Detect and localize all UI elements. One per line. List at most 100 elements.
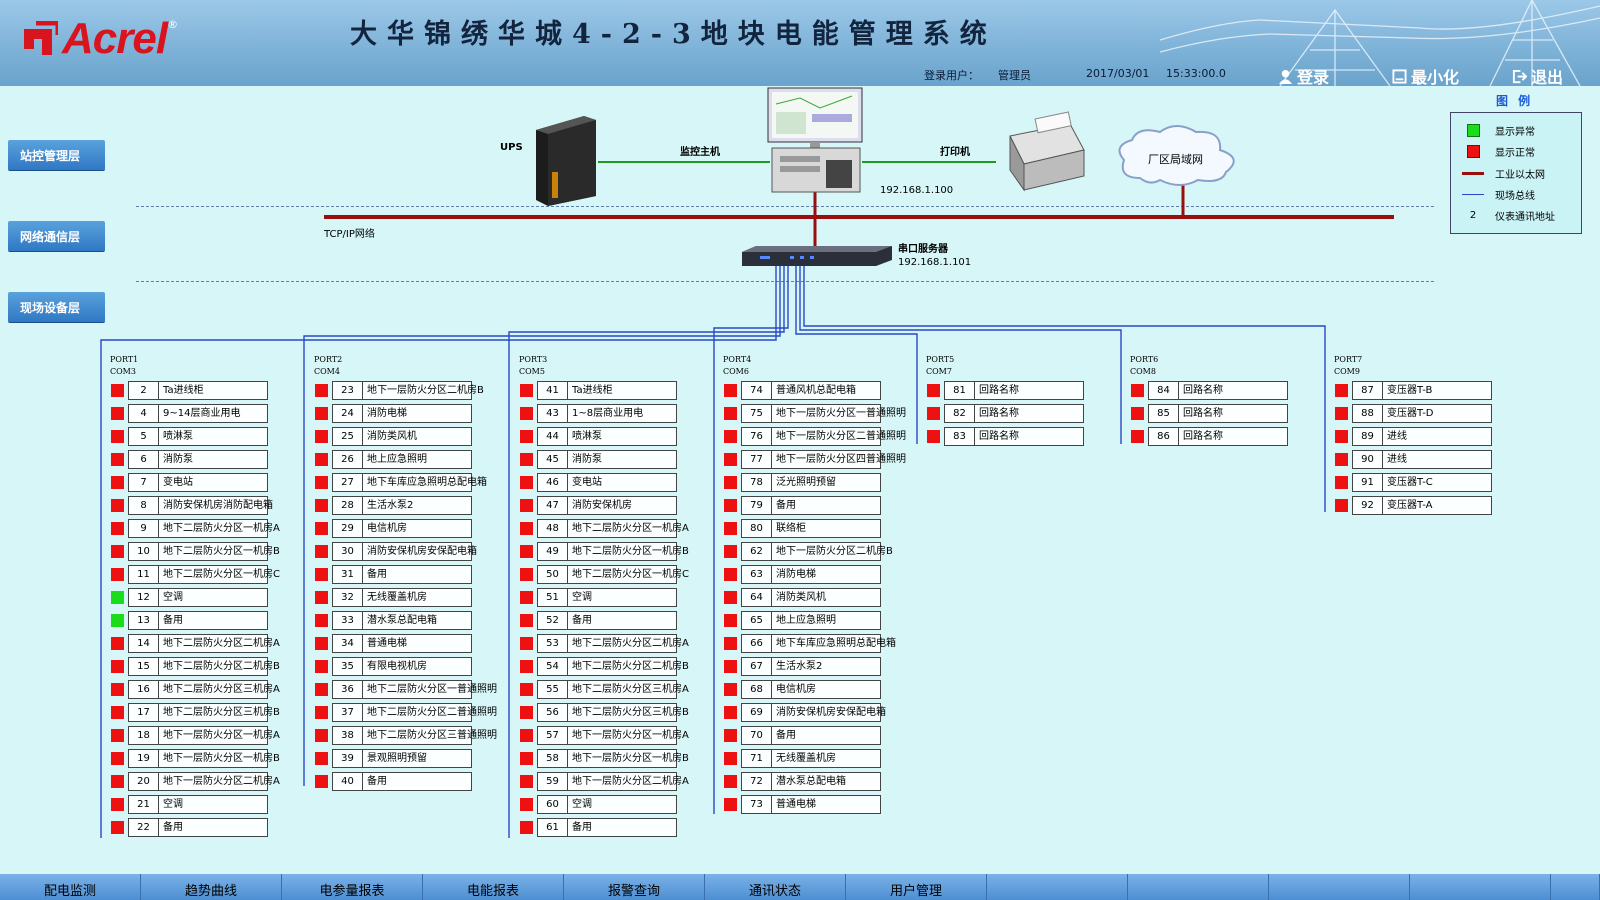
- port-name: PORT4: [723, 355, 752, 364]
- tab-empty[interactable]: [1551, 874, 1600, 900]
- tab-item[interactable]: 用户管理: [846, 874, 987, 900]
- device-name: 地下二层防火分区一机房A: [163, 523, 280, 534]
- device-address: 31: [333, 566, 363, 583]
- legend-abnormal-label: 显示异常: [1495, 126, 1535, 138]
- device-address: 45: [538, 451, 568, 468]
- device-address: 63: [742, 566, 772, 583]
- device-address: 80: [742, 520, 772, 537]
- host-ip: 192.168.1.100: [880, 185, 954, 196]
- device-status-indicator: [724, 614, 737, 627]
- tab-item[interactable]: 配电监测: [0, 874, 141, 900]
- device-status-indicator: [520, 821, 533, 834]
- port-header: PORT1 COM3: [110, 354, 138, 378]
- device-name: 地下二层防火分区一机房B: [572, 546, 689, 557]
- device-address: 49: [538, 543, 568, 560]
- device-name: 地下二层防火分区一机房A: [572, 523, 689, 534]
- device-address: 11: [129, 566, 159, 583]
- tab-item[interactable]: 电能报表: [423, 874, 564, 900]
- device-address: 33: [333, 612, 363, 629]
- device-name: 地下二层防火分区三机房B: [572, 707, 689, 718]
- device-status-indicator: [724, 499, 737, 512]
- device-box: 77 地下一层防火分区四普通照明: [741, 450, 906, 469]
- tab-empty[interactable]: [1128, 874, 1269, 900]
- device-status-indicator: [724, 476, 737, 489]
- device-name: 潜水泵总配电箱: [776, 776, 846, 787]
- device-status-indicator: [315, 637, 328, 650]
- device-box: 88 变压器T-D: [1352, 404, 1492, 423]
- device-address: 88: [1353, 405, 1383, 422]
- device-box: 15 地下二层防火分区二机房B: [128, 657, 280, 676]
- device-status-indicator: [315, 591, 328, 604]
- device-name: 地下一层防火分区一机房A: [572, 730, 689, 741]
- tab-item[interactable]: 报警查询: [564, 874, 705, 900]
- device-status-indicator: [520, 683, 533, 696]
- device-name: 地上应急照明: [367, 454, 427, 465]
- device-box: 54 地下二层防火分区二机房B: [537, 657, 689, 676]
- device-name: 地下二层防火分区三机房A: [163, 684, 280, 695]
- device-name: 消防泵: [163, 454, 193, 465]
- device-box: 58 地下一层防火分区一机房B: [537, 749, 689, 768]
- device-status-indicator: [724, 545, 737, 558]
- device-box: 83 回路名称: [944, 427, 1084, 446]
- device-status-indicator: [724, 775, 737, 788]
- tab-empty[interactable]: [1410, 874, 1551, 900]
- ups-icon: [536, 116, 596, 206]
- device-box: 28 生活水泵2: [332, 496, 472, 515]
- device-address: 21: [129, 796, 159, 813]
- serial-server-icon: [742, 246, 892, 266]
- device-status-indicator: [111, 384, 124, 397]
- device-status-indicator: [520, 453, 533, 466]
- device-name: 地下二层防火分区二普通照明: [367, 707, 497, 718]
- device-name: 消防安保机房消防配电箱: [163, 500, 273, 511]
- device-status-indicator: [315, 752, 328, 765]
- tab-item[interactable]: 趋势曲线: [141, 874, 282, 900]
- tab-empty[interactable]: [1269, 874, 1410, 900]
- device-status-indicator: [111, 752, 124, 765]
- device-address: 55: [538, 681, 568, 698]
- device-name: 消防类风机: [367, 431, 417, 442]
- device-box: 27 地下车库应急照明总配电箱: [332, 473, 487, 492]
- device-name: 喷淋泵: [163, 431, 193, 442]
- device-box: 6 消防泵: [128, 450, 268, 469]
- device-status-indicator: [520, 798, 533, 811]
- device-status-indicator: [520, 522, 533, 535]
- device-address: 34: [333, 635, 363, 652]
- device-name: 备用: [776, 500, 796, 511]
- device-box: 91 变压器T-C: [1352, 473, 1492, 492]
- device-box: 75 地下一层防火分区一普通照明: [741, 404, 906, 423]
- device-name: 泛光照明预留: [776, 477, 836, 488]
- device-name: 消防安保机房安保配电箱: [776, 707, 886, 718]
- device-box: 14 地下二层防火分区二机房A: [128, 634, 280, 653]
- device-address: 81: [945, 382, 975, 399]
- tab-empty[interactable]: [987, 874, 1128, 900]
- device-status-indicator: [927, 407, 940, 420]
- device-box: 8 消防安保机房消防配电箱: [128, 496, 273, 515]
- device-status-indicator: [724, 407, 737, 420]
- device-box: 39 景观照明预留: [332, 749, 472, 768]
- device-box: 82 回路名称: [944, 404, 1084, 423]
- device-box: 69 消防安保机房安保配电箱: [741, 703, 886, 722]
- device-name: 联络柜: [776, 523, 806, 534]
- tab-item[interactable]: 电参量报表: [282, 874, 423, 900]
- device-box: 46 变电站: [537, 473, 677, 492]
- device-address: 29: [333, 520, 363, 537]
- device-name: 地下二层防火分区二机房B: [572, 661, 689, 672]
- port-name: PORT1: [110, 355, 139, 364]
- bottom-nav-tabs: 配电监测 趋势曲线 电参量报表 电能报表 报警查询 通讯状态 用户管理: [0, 874, 1600, 900]
- port-name: PORT7: [1334, 355, 1363, 364]
- tcp-ip-network-label: TCP/IP网络: [324, 229, 375, 240]
- printer-label: 打印机: [940, 147, 970, 158]
- device-status-indicator: [724, 384, 737, 397]
- device-status-indicator: [315, 614, 328, 627]
- port-name: PORT2: [314, 355, 343, 364]
- device-box: 74 普通风机总配电箱: [741, 381, 881, 400]
- device-address: 75: [742, 405, 772, 422]
- tab-item[interactable]: 通讯状态: [705, 874, 846, 900]
- device-name: 空调: [163, 799, 183, 810]
- device-box: 79 备用: [741, 496, 881, 515]
- device-address: 25: [333, 428, 363, 445]
- device-box: 64 消防类风机: [741, 588, 881, 607]
- device-box: 17 地下二层防火分区三机房B: [128, 703, 280, 722]
- device-name: 备用: [367, 569, 387, 580]
- legend-normal: 显示正常: [1451, 141, 1581, 161]
